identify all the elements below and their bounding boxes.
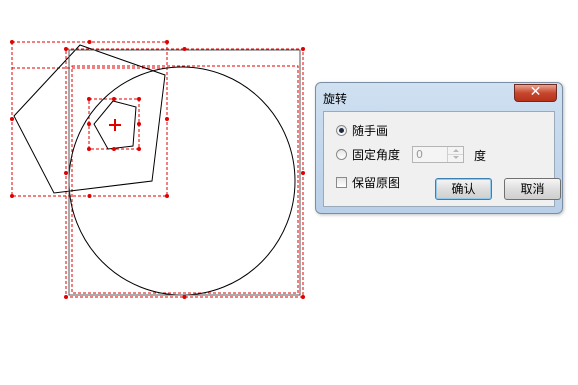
resize-handle-small-pentagon[interactable]	[112, 147, 116, 151]
resize-handle-large-pentagon[interactable]	[165, 194, 169, 198]
resize-handle-large-pentagon[interactable]	[10, 194, 14, 198]
resize-handle-small-pentagon[interactable]	[87, 147, 91, 151]
resize-handle-small-pentagon[interactable]	[137, 147, 141, 151]
resize-handle-large-pentagon[interactable]	[10, 117, 14, 121]
resize-handle-circle[interactable]	[301, 47, 305, 51]
spinner-down-icon[interactable]	[448, 155, 463, 162]
freehand-option[interactable]: 随手画	[336, 122, 388, 138]
selection-box-circle	[65, 48, 304, 298]
cancel-button[interactable]: 取消	[504, 178, 561, 200]
dialog-title: 旋转	[323, 92, 348, 106]
resize-handle-small-pentagon[interactable]	[112, 97, 116, 101]
resize-handle-circle[interactable]	[64, 47, 68, 51]
rotate-dialog: 旋转 ✕ 随手画 固定角度 0 度 保留原图 确认 取消	[315, 82, 563, 214]
plus-icon[interactable]	[109, 119, 121, 131]
fixed-angle-label: 固定角度	[352, 147, 401, 162]
resize-handle-large-pentagon[interactable]	[87, 40, 92, 44]
resize-handle-large-pentagon[interactable]	[165, 40, 169, 44]
fixed-angle-option[interactable]: 固定角度	[336, 146, 400, 162]
freehand-label: 随手画	[352, 123, 389, 138]
fixed-angle-radio[interactable]	[336, 148, 347, 160]
resize-handle-circle[interactable]	[182, 295, 187, 299]
keep-original-checkbox[interactable]	[336, 176, 347, 188]
resize-handle-small-pentagon[interactable]	[137, 122, 141, 126]
spinner-up-icon[interactable]	[448, 147, 463, 155]
keep-original-label: 保留原图	[352, 175, 401, 190]
resize-handle-small-pentagon[interactable]	[137, 97, 141, 101]
keep-original-option[interactable]: 保留原图	[336, 174, 400, 190]
close-button[interactable]: ✕	[514, 84, 557, 102]
angle-unit-label: 度	[474, 149, 487, 163]
resize-handle-large-pentagon[interactable]	[10, 40, 14, 44]
resize-handle-small-pentagon[interactable]	[87, 122, 91, 126]
resize-handle-circle[interactable]	[64, 295, 68, 299]
freehand-radio[interactable]	[336, 124, 347, 136]
resize-handle-circle[interactable]	[64, 171, 68, 175]
resize-handle-small-pentagon[interactable]	[87, 97, 91, 101]
big-circle[interactable]	[68, 66, 296, 296]
angle-input[interactable]: 0	[416, 147, 423, 162]
resize-handle-circle[interactable]	[182, 47, 187, 51]
resize-handle-circle[interactable]	[301, 171, 305, 175]
close-icon: ✕	[529, 84, 542, 100]
dialog-titlebar[interactable]: 旋转 ✕	[316, 83, 562, 111]
resize-handle-circle[interactable]	[301, 295, 305, 299]
ok-button[interactable]: 确认	[435, 178, 492, 200]
dialog-client-area: 随手画 固定角度 0 度 保留原图 确认 取消	[323, 111, 561, 207]
angle-spinner[interactable]: 0	[412, 146, 464, 163]
angle-spinner-buttons	[447, 147, 463, 162]
resize-handle-large-pentagon[interactable]	[165, 117, 169, 121]
resize-handle-large-pentagon[interactable]	[87, 194, 92, 198]
